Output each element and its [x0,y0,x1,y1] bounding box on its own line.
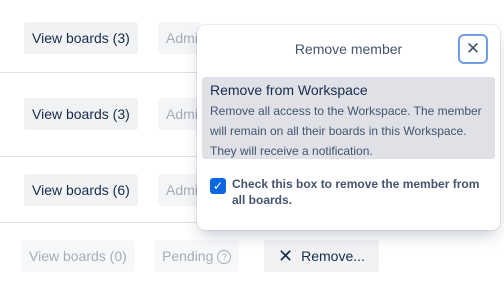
close-icon: ✕ [465,39,481,58]
view-boards-button[interactable]: View boards (3) [24,98,138,130]
view-boards-button: View boards (0) [21,240,135,272]
remove-from-boards-checkbox-row[interactable]: ✓ Check this box to remove the member fr… [210,176,490,208]
remove-from-workspace-option[interactable]: Remove from Workspace Remove all access … [202,77,495,159]
role-button[interactable]: Admin [158,174,200,206]
close-button[interactable]: ✕ [458,34,488,64]
remove-from-boards-checkbox[interactable]: ✓ [210,178,226,194]
checkmark-icon: ✓ [212,179,224,193]
pending-badge: Pending? [154,240,240,272]
view-boards-button[interactable]: View boards (6) [24,174,138,206]
role-button[interactable]: Admin [158,98,200,130]
remove-member-popover: Remove member ✕ Remove from Workspace Re… [197,25,500,230]
checkbox-label: Check this box to remove the member from… [232,177,480,207]
pending-label: Pending [162,248,214,264]
remove-label: Remove... [301,248,365,264]
close-icon: ✕ [278,246,294,266]
remove-button[interactable]: ✕ Remove... [264,240,379,272]
view-boards-button[interactable]: View boards (3) [24,22,138,54]
option-description: Remove all access to the Workspace. The … [210,104,482,158]
role-button[interactable]: Admin [158,22,200,54]
member-row: View boards (0) Pending? ✕ Remove... [0,222,380,291]
popover-title: Remove member [294,41,403,57]
help-icon: ? [217,250,232,265]
option-title: Remove from Workspace [210,82,368,98]
